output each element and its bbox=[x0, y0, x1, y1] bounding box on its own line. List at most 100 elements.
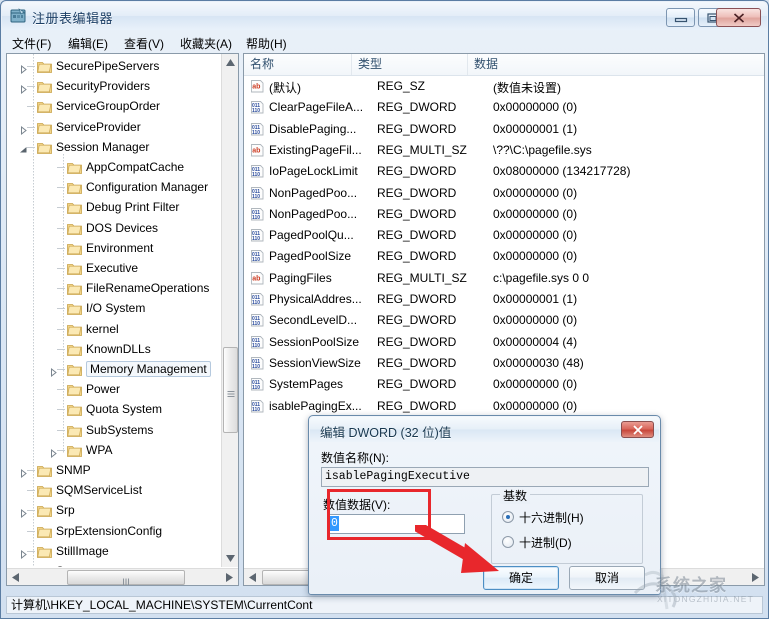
menu-edit[interactable]: 编辑(E) bbox=[64, 34, 112, 53]
expand-arrow-icon[interactable] bbox=[49, 366, 58, 375]
tree-scroll-left-button[interactable] bbox=[7, 569, 24, 586]
table-row[interactable]: 011110SessionViewSizeREG_DWORD0x00000030… bbox=[244, 353, 765, 374]
tree-item-label: ServiceProvider bbox=[56, 120, 141, 134]
list-scroll-left-button[interactable] bbox=[244, 569, 261, 586]
values-column-header[interactable]: 名称 类型 数据 bbox=[244, 54, 765, 76]
registry-key-tree-pane[interactable]: SecurePipeServersSecurityProvidersServic… bbox=[6, 53, 239, 586]
table-row[interactable]: 011110PagedPoolQu...REG_DWORD0x00000000 … bbox=[244, 225, 765, 246]
tree-hscrollbar-thumb[interactable] bbox=[67, 570, 185, 585]
tree-item-appcompatcache[interactable]: AppCompatCache bbox=[7, 158, 222, 178]
dialog-titlebar[interactable]: 编辑 DWORD (32 位)值 bbox=[310, 417, 659, 442]
tree-item-wpa[interactable]: WPA bbox=[7, 441, 222, 461]
tree-item-power[interactable]: Power bbox=[7, 380, 222, 400]
menu-view[interactable]: 查看(V) bbox=[120, 34, 168, 53]
cell-value-data: 0x00000001 (1) bbox=[493, 122, 577, 136]
value-name-field: isablePagingExecutive bbox=[321, 467, 649, 487]
cell-value-data: 0x00000000 (0) bbox=[493, 207, 577, 221]
list-scroll-right-button[interactable] bbox=[747, 569, 764, 586]
tree-item-storage[interactable]: Storage bbox=[7, 562, 222, 567]
expand-arrow-icon[interactable] bbox=[19, 63, 28, 72]
table-row[interactable]: 011110NonPagedPoo...REG_DWORD0x00000000 … bbox=[244, 183, 765, 204]
dialog-close-button[interactable] bbox=[621, 421, 654, 438]
table-row[interactable]: 011110SessionPoolSizeREG_DWORD0x00000004… bbox=[244, 332, 765, 353]
expand-arrow-icon[interactable] bbox=[49, 447, 58, 456]
tree-scrollbar-thumb[interactable] bbox=[223, 347, 238, 433]
expand-arrow-icon[interactable] bbox=[19, 124, 28, 133]
value-data-input[interactable]: 0 bbox=[327, 514, 465, 534]
expand-arrow-icon[interactable] bbox=[19, 507, 28, 516]
cell-value-data: 0x00000001 (1) bbox=[493, 292, 577, 306]
dword-value-icon: 011110 bbox=[250, 292, 264, 306]
tree-item-servicegrouporder[interactable]: ServiceGroupOrder bbox=[7, 97, 222, 117]
tree-item-filerenameoperations[interactable]: FileRenameOperations bbox=[7, 279, 222, 299]
tree-guide-line bbox=[63, 154, 64, 454]
tree-item-quota-system[interactable]: Quota System bbox=[7, 400, 222, 420]
table-row[interactable]: abExistingPageFil...REG_MULTI_SZ\??\C:\p… bbox=[244, 140, 765, 161]
tree-vertical-scrollbar[interactable] bbox=[221, 54, 238, 567]
tree-item-label: Srp bbox=[56, 503, 75, 517]
tree-item-sqmservicelist[interactable]: SQMServiceList bbox=[7, 481, 222, 501]
tree-horizontal-scrollbar[interactable] bbox=[7, 568, 238, 585]
tree-item-executive[interactable]: Executive bbox=[7, 259, 222, 279]
table-row[interactable]: 011110NonPagedPoo...REG_DWORD0x00000000 … bbox=[244, 204, 765, 225]
tree-item-snmp[interactable]: SNMP bbox=[7, 461, 222, 481]
collapse-arrow-icon[interactable] bbox=[19, 144, 28, 153]
tree-item-srpextensionconfig[interactable]: SrpExtensionConfig bbox=[7, 522, 222, 542]
tree-scroll-down-button[interactable] bbox=[222, 550, 239, 567]
tree-item-kernel[interactable]: kernel bbox=[7, 320, 222, 340]
tree-item-dos-devices[interactable]: DOS Devices bbox=[7, 219, 222, 239]
tree-item-memory-management[interactable]: Memory Management bbox=[7, 360, 222, 380]
tree-item-label: DOS Devices bbox=[86, 221, 158, 235]
folder-icon bbox=[37, 565, 52, 567]
cell-value-name: PagingFiles bbox=[269, 271, 332, 285]
tree-scroll-right-button[interactable] bbox=[221, 569, 238, 586]
tree-item-stillimage[interactable]: StillImage bbox=[7, 542, 222, 562]
tree-item-subsystems[interactable]: SubSystems bbox=[7, 421, 222, 441]
column-header-data[interactable]: 数据 bbox=[468, 54, 765, 75]
svg-text:110: 110 bbox=[252, 172, 260, 178]
tree-scroll-viewport[interactable]: SecurePipeServersSecurityProvidersServic… bbox=[7, 54, 222, 567]
svg-text:110: 110 bbox=[252, 343, 260, 349]
tree-item-environment[interactable]: Environment bbox=[7, 239, 222, 259]
tree-scroll-up-button[interactable] bbox=[222, 54, 239, 71]
expand-arrow-icon[interactable] bbox=[19, 467, 28, 476]
tree-item-knowndlls[interactable]: KnownDLLs bbox=[7, 340, 222, 360]
window-title: 注册表编辑器 bbox=[32, 8, 113, 27]
tree-item-i-o-system[interactable]: I/O System bbox=[7, 299, 222, 319]
expand-arrow-icon[interactable] bbox=[19, 548, 28, 557]
menu-file[interactable]: 文件(F) bbox=[8, 34, 55, 53]
tree-item-srp[interactable]: Srp bbox=[7, 501, 222, 521]
table-row[interactable]: ab(默认)REG_SZ(数值未设置) bbox=[244, 76, 765, 97]
table-row[interactable]: 011110SystemPagesREG_DWORD0x00000000 (0) bbox=[244, 374, 765, 395]
table-row[interactable]: abPagingFilesREG_MULTI_SZc:\pagefile.sys… bbox=[244, 268, 765, 289]
close-button[interactable] bbox=[716, 8, 761, 27]
tree-item-securepipeservers[interactable]: SecurePipeServers bbox=[7, 57, 222, 77]
value-data-label: 数值数据(V): bbox=[323, 496, 390, 513]
folder-icon bbox=[67, 444, 82, 457]
ok-button[interactable]: 确定 bbox=[483, 566, 559, 590]
table-row[interactable]: 011110SecondLevelD...REG_DWORD0x00000000… bbox=[244, 310, 765, 331]
folder-icon bbox=[67, 222, 82, 235]
tree-item-session-manager[interactable]: Session Manager bbox=[7, 138, 222, 158]
tree-item-debug-print-filter[interactable]: Debug Print Filter bbox=[7, 198, 222, 218]
menu-help[interactable]: 帮助(H) bbox=[242, 34, 291, 53]
tree-item-label: Debug Print Filter bbox=[86, 200, 179, 214]
tree-item-serviceprovider[interactable]: ServiceProvider bbox=[7, 118, 222, 138]
table-row[interactable]: 011110isablePagingEx...REG_DWORD0x000000… bbox=[244, 396, 765, 417]
table-row[interactable]: 011110PagedPoolSizeREG_DWORD0x00000000 (… bbox=[244, 246, 765, 267]
table-row[interactable]: 011110IoPageLockLimitREG_DWORD0x08000000… bbox=[244, 161, 765, 182]
table-row[interactable]: 011110PhysicalAddres...REG_DWORD0x000000… bbox=[244, 289, 765, 310]
menu-favorites[interactable]: 收藏夹(A) bbox=[176, 34, 236, 53]
expand-arrow-icon[interactable] bbox=[19, 83, 28, 92]
table-row[interactable]: 011110ClearPageFileA...REG_DWORD0x000000… bbox=[244, 97, 765, 118]
tree-item-securityproviders[interactable]: SecurityProviders bbox=[7, 77, 222, 97]
tree-item-label: SQMServiceList bbox=[56, 483, 142, 497]
window-titlebar[interactable]: 注册表编辑器 bbox=[2, 2, 767, 30]
tree-item-configuration-manager[interactable]: Configuration Manager bbox=[7, 178, 222, 198]
folder-icon bbox=[37, 504, 52, 517]
column-header-name[interactable]: 名称 bbox=[244, 54, 352, 75]
table-row[interactable]: 011110DisablePaging...REG_DWORD0x0000000… bbox=[244, 119, 765, 140]
cancel-button[interactable]: 取消 bbox=[569, 566, 645, 590]
minimize-button[interactable] bbox=[666, 8, 695, 27]
column-header-type[interactable]: 类型 bbox=[352, 54, 468, 75]
